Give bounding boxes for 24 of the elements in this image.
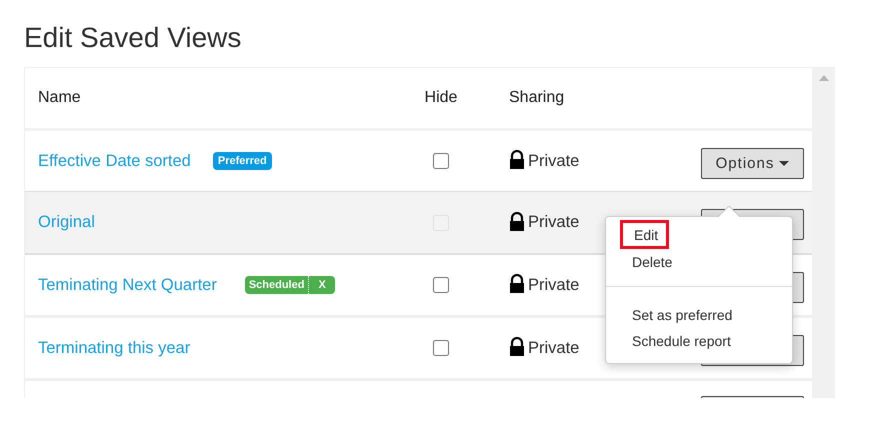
menu-item[interactable]: Schedule report <box>606 328 792 354</box>
sharing-label: Private <box>528 338 580 358</box>
preferred-badge: Preferred <box>212 152 272 170</box>
lock-icon <box>509 150 525 169</box>
hide-checkbox[interactable] <box>433 340 449 356</box>
menu-item[interactable]: Edit <box>620 220 670 249</box>
name-header: Name <box>38 89 81 107</box>
lock-icon <box>509 274 525 293</box>
options-button[interactable]: Options <box>701 148 804 178</box>
scrollbar[interactable] <box>812 67 835 398</box>
hide-checkbox[interactable] <box>433 153 449 169</box>
lock-icon <box>509 212 525 230</box>
hide-checkbox[interactable] <box>433 277 449 293</box>
page-title: Edit Saved Views <box>23 21 242 55</box>
scheduled-badge: Scheduled <box>244 276 310 294</box>
menu-item[interactable]: Set as preferred <box>606 302 792 328</box>
sharing-label: Private <box>528 276 580 294</box>
sharing-header: Sharing <box>509 89 564 107</box>
sharing-label: Private <box>528 152 580 170</box>
menu-item[interactable]: Delete <box>606 249 792 275</box>
lock-icon <box>509 337 525 356</box>
caret-icon <box>779 160 790 166</box>
hide-header: Hide <box>424 89 458 107</box>
sharing-label: Private <box>528 213 580 232</box>
